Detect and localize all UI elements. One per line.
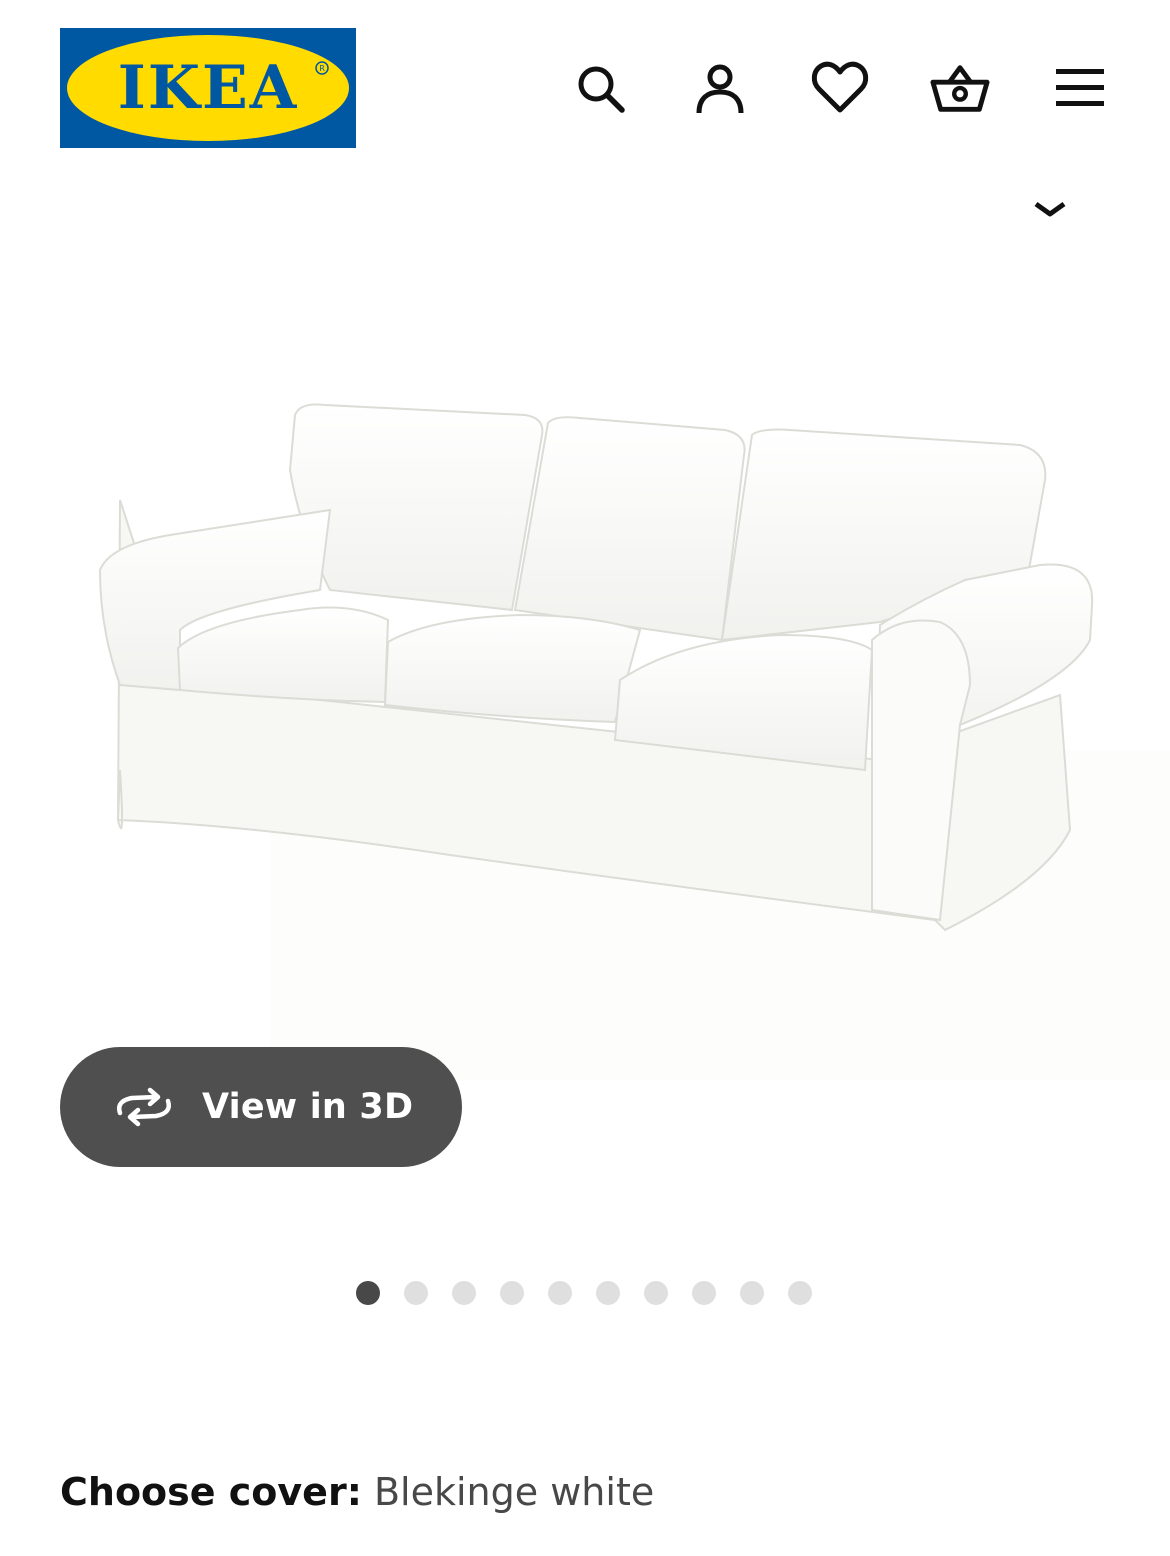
chevron-down-icon[interactable] <box>1030 196 1070 224</box>
choose-cover-row[interactable]: Choose cover: Blekinge white <box>60 1466 654 1518</box>
basket-icon[interactable] <box>930 58 990 118</box>
product-image[interactable] <box>0 230 1170 1080</box>
logo-text: IKEA <box>118 53 299 123</box>
search-icon[interactable] <box>570 58 630 118</box>
sofa-illustration <box>98 403 1094 932</box>
carousel-dot[interactable] <box>404 1281 428 1305</box>
product-page: IKEA R View in 3D Choose cover: Blekinge… <box>0 0 1170 1556</box>
carousel-dot[interactable] <box>596 1281 620 1305</box>
choose-cover-value: Blekinge white <box>373 1470 655 1514</box>
view-in-3d-label: View in 3D <box>202 1087 414 1127</box>
carousel-dot[interactable] <box>452 1281 476 1305</box>
image-carousel-dots <box>356 1281 812 1305</box>
carousel-dot[interactable] <box>740 1281 764 1305</box>
menu-icon[interactable] <box>1050 58 1110 118</box>
ikea-logo[interactable]: IKEA R <box>60 28 356 148</box>
carousel-dot[interactable] <box>788 1281 812 1305</box>
carousel-dot[interactable] <box>692 1281 716 1305</box>
top-header: IKEA R <box>0 0 1170 170</box>
view-in-3d-button[interactable]: View in 3D <box>60 1047 462 1167</box>
account-icon[interactable] <box>690 58 750 118</box>
svg-text:R: R <box>319 64 325 73</box>
heart-icon[interactable] <box>810 58 870 118</box>
choose-cover-label: Choose cover: <box>60 1470 362 1514</box>
carousel-dot[interactable] <box>644 1281 668 1305</box>
carousel-dot[interactable] <box>356 1281 380 1305</box>
carousel-dot[interactable] <box>548 1281 572 1305</box>
rotate-3d-icon <box>117 1087 171 1127</box>
carousel-dot[interactable] <box>500 1281 524 1305</box>
